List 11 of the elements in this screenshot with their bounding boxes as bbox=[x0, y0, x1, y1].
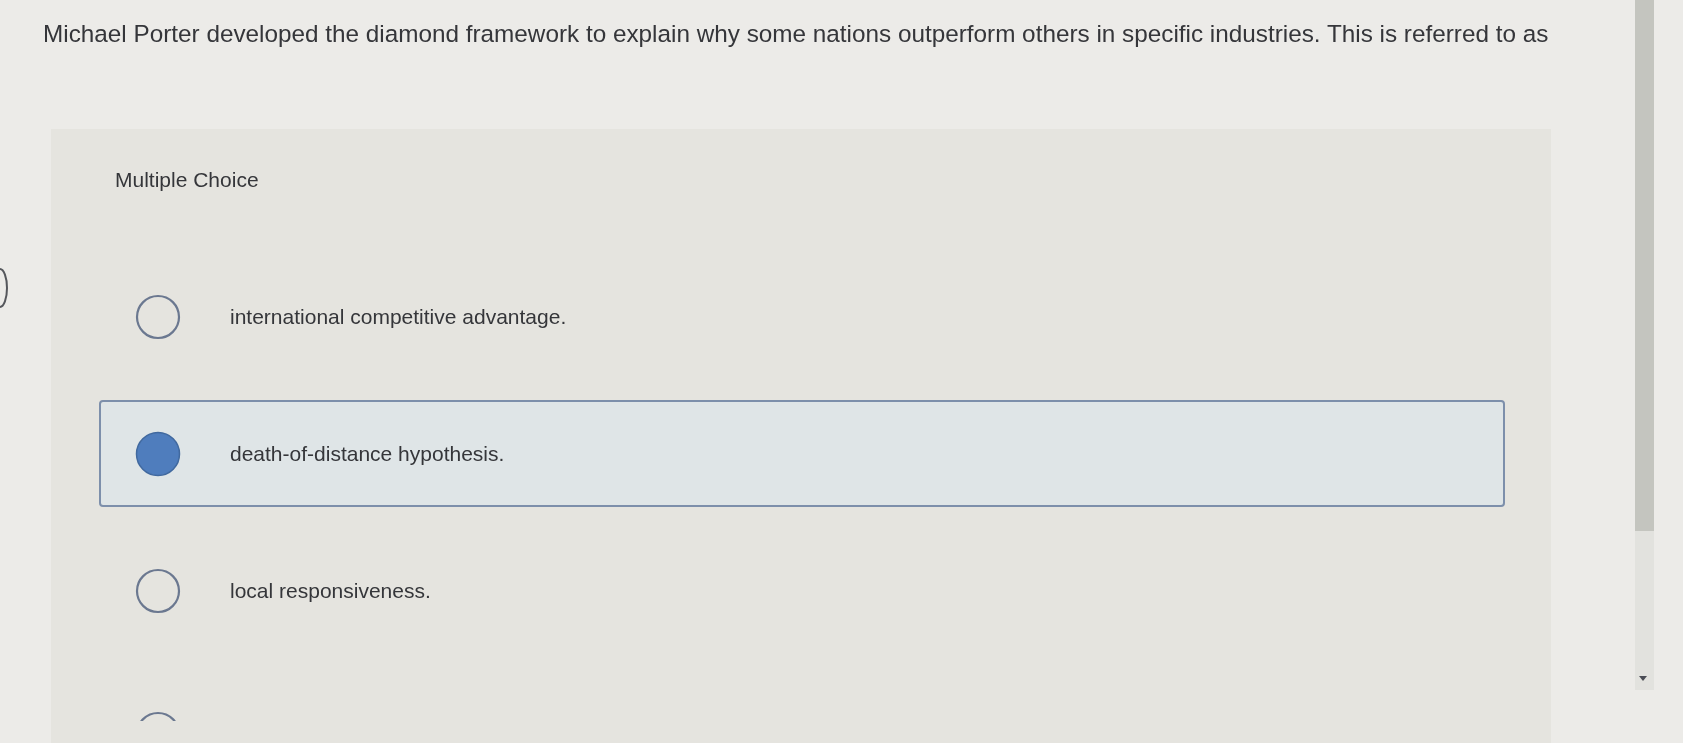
radio-button-icon[interactable] bbox=[135, 293, 181, 340]
answer-option[interactable]: death-of-distance hypothesis. bbox=[99, 400, 1505, 507]
radio-button-icon[interactable] bbox=[135, 567, 181, 614]
answer-option[interactable]: local responsiveness. bbox=[99, 537, 1505, 644]
scrollbar-track[interactable] bbox=[1635, 0, 1654, 690]
scroll-down-caret-icon[interactable] bbox=[1639, 676, 1647, 681]
radio-button-icon[interactable] bbox=[135, 430, 181, 477]
answer-option[interactable]: international competitive advantage. bbox=[99, 263, 1505, 370]
question-text: Michael Porter developed the diamond framework to explain why some nations outperform others in specific industries. This is referred to as bbox=[43, 20, 1549, 47]
question-type-label: Multiple Choice bbox=[115, 168, 259, 191]
scrollbar-thumb[interactable] bbox=[1635, 0, 1654, 531]
